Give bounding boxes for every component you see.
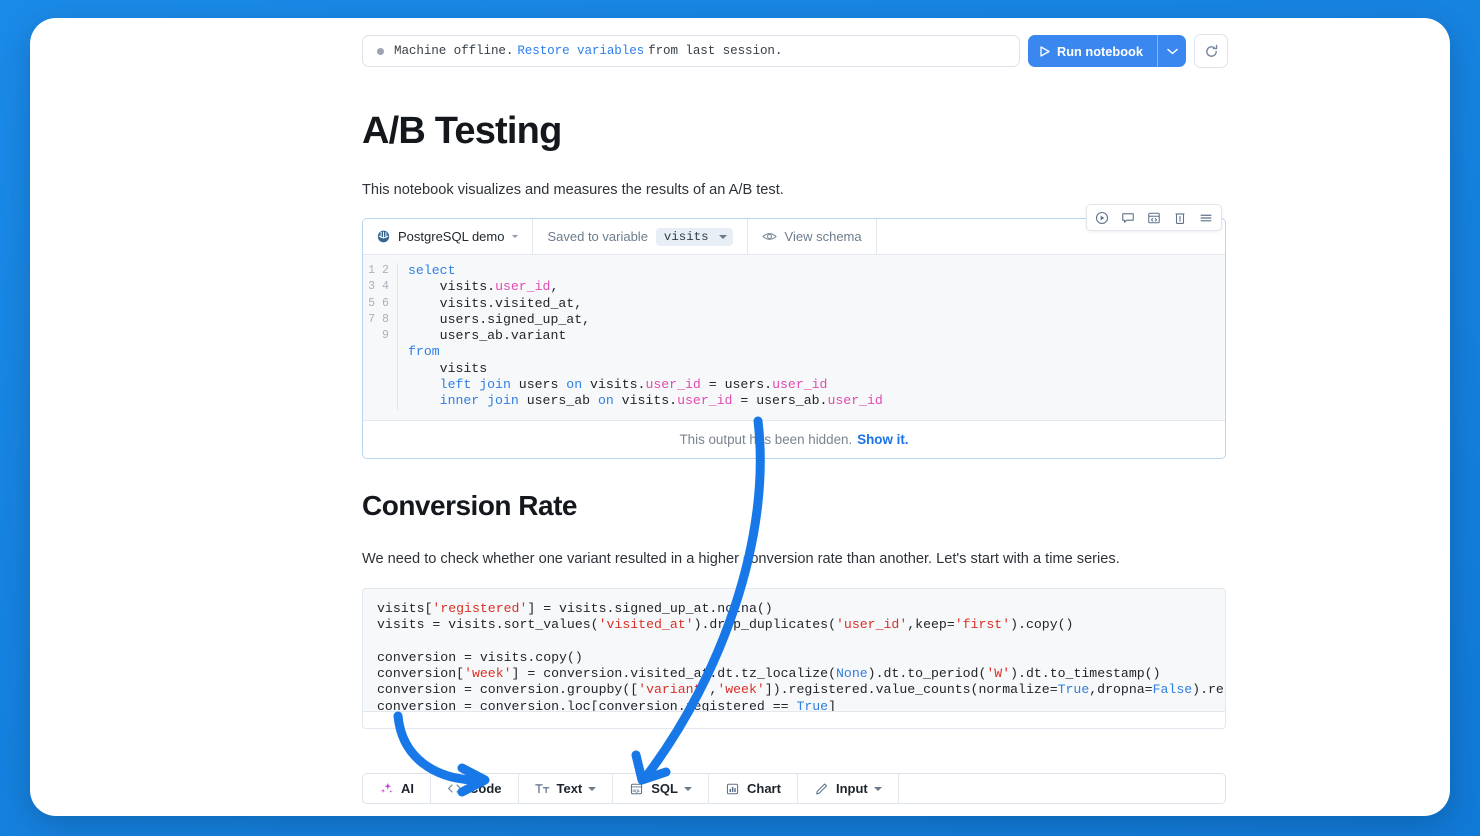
sql-line-numbers: 1 2 3 4 5 6 7 8 9	[368, 264, 389, 343]
python-cell: visits['registered'] = visits.signed_up_…	[362, 588, 1226, 729]
add-text-label: Text	[556, 781, 583, 796]
chevron-down-icon	[718, 234, 727, 239]
section-paragraph: We need to check whether one variant res…	[362, 551, 1120, 567]
add-ai-button[interactable]: AI	[363, 774, 431, 803]
section-title: Conversion Rate	[362, 490, 578, 521]
saved-to-variable-label: Saved to variable	[547, 229, 648, 244]
sql-variable-selector[interactable]: Saved to variable visits	[533, 219, 748, 254]
sql-cell-toolbar	[1086, 204, 1222, 231]
refresh-button[interactable]	[1194, 34, 1228, 68]
chevron-down-icon	[1166, 48, 1178, 55]
add-chart-button[interactable]: Chart	[709, 774, 798, 803]
sql-cell: PostgreSQL demo Saved to variable visits	[362, 218, 1226, 459]
python-code[interactable]: visits['registered'] = visits.signed_up_…	[363, 589, 1225, 711]
sql-editor[interactable]: 1 2 3 4 5 6 7 8 9 select visits.user_id,…	[363, 255, 1225, 420]
intro-paragraph: This notebook visualizes and measures th…	[362, 182, 784, 198]
run-notebook-group: Run notebook	[1027, 35, 1186, 67]
notebook-canvas: Machine offline. Restore variables from …	[30, 18, 1450, 816]
code-icon	[447, 782, 462, 795]
status-dot	[377, 47, 384, 55]
chevron-down-icon	[512, 235, 519, 238]
output-hidden-text: This output has been hidden.	[679, 431, 853, 447]
variable-chip[interactable]: visits	[655, 227, 733, 246]
notebook-topbar: Machine offline. Restore variables from …	[362, 34, 1228, 68]
python-cell-footer	[363, 711, 1225, 728]
add-sql-label: SQL	[651, 781, 678, 796]
run-notebook-button[interactable]: Run notebook	[1027, 35, 1157, 67]
eye-icon	[761, 231, 777, 242]
play-icon	[1040, 45, 1050, 57]
sql-code[interactable]: select visits.user_id, visits.visited_at…	[397, 263, 1225, 410]
postgres-icon	[377, 230, 390, 243]
machine-status-bar: Machine offline. Restore variables from …	[362, 35, 1020, 67]
chevron-down-icon	[873, 786, 882, 791]
text-icon	[534, 782, 550, 795]
sql-datasource-selector[interactable]: PostgreSQL demo	[363, 219, 534, 254]
add-chart-label: Chart	[747, 781, 781, 796]
run-cell-icon[interactable]	[1090, 207, 1114, 228]
add-sql-button[interactable]: SQL SQL	[613, 774, 709, 803]
sql-datasource-label: PostgreSQL demo	[398, 229, 505, 244]
refresh-icon	[1204, 44, 1219, 59]
run-notebook-label: Run notebook	[1056, 43, 1143, 59]
svg-text:SQL: SQL	[633, 788, 642, 793]
chart-icon	[725, 782, 740, 796]
sql-icon: SQL	[629, 782, 644, 796]
app-window: Machine offline. Restore variables from …	[30, 18, 1450, 816]
sql-cell-output: This output has been hidden. Show it.	[363, 419, 1225, 458]
view-schema-button[interactable]: View schema	[748, 219, 877, 254]
add-text-button[interactable]: Text	[519, 774, 614, 803]
cell-menu-icon[interactable]	[1194, 207, 1218, 228]
delete-icon[interactable]	[1168, 207, 1192, 228]
add-code-button[interactable]: Code	[431, 774, 519, 803]
restore-variables-link[interactable]: Restore variables	[517, 44, 644, 58]
show-output-link[interactable]: Show it.	[857, 432, 908, 447]
add-bar-spacer	[899, 774, 1225, 803]
toggle-code-icon[interactable]	[1142, 207, 1166, 228]
add-ai-label: AI	[401, 781, 414, 796]
chevron-down-icon	[684, 786, 692, 791]
add-input-label: Input	[835, 781, 868, 796]
variable-name: visits	[663, 229, 709, 244]
status-text-before: Machine offline.	[394, 44, 514, 58]
comment-icon[interactable]	[1116, 207, 1140, 228]
view-schema-label: View schema	[784, 229, 862, 244]
add-code-label: Code	[469, 781, 502, 796]
run-options-caret[interactable]	[1157, 35, 1186, 67]
status-text-after: from last session.	[648, 44, 783, 58]
pencil-icon	[814, 782, 829, 796]
add-cell-toolbar: AI Code Text SQL SQL Chart Input	[362, 773, 1226, 804]
chevron-down-icon	[588, 786, 597, 791]
add-input-button[interactable]: Input	[798, 774, 899, 803]
sparkle-icon	[379, 781, 394, 796]
page-title: A/B Testing	[362, 110, 562, 152]
